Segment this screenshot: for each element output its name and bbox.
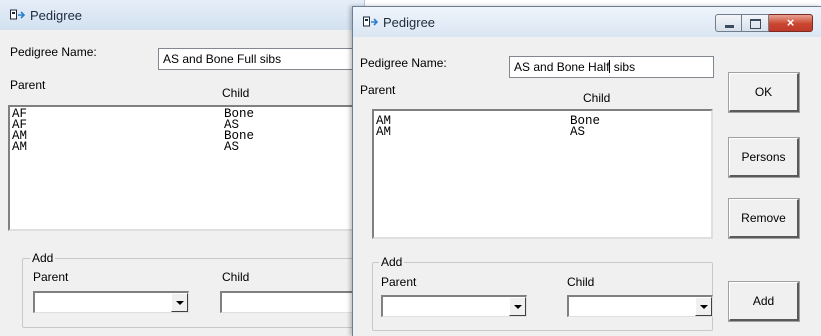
remove-button[interactable]: Remove bbox=[728, 198, 800, 239]
pedigree-window-foreground[interactable]: Pedigree × Pedigree Name: AS and Bone Ha… bbox=[352, 6, 821, 336]
list-item-parent: AM bbox=[12, 140, 28, 154]
add-parent-select[interactable] bbox=[33, 291, 189, 313]
chevron-down-icon bbox=[176, 301, 184, 305]
list-item[interactable]: AM Bone bbox=[10, 130, 366, 143]
chevron-down-icon bbox=[514, 305, 522, 309]
list-item[interactable]: AM AS bbox=[10, 140, 366, 154]
maximize-button[interactable] bbox=[742, 14, 769, 32]
parent-column-header: Parent bbox=[360, 83, 396, 97]
minimize-icon bbox=[725, 25, 734, 28]
dropdown-button[interactable] bbox=[171, 293, 188, 312]
add-child-select[interactable] bbox=[220, 291, 370, 313]
list-item[interactable]: AF Bone bbox=[10, 108, 366, 121]
pedigree-list[interactable]: AM Bone AM AS bbox=[372, 109, 713, 239]
add-parent-select[interactable] bbox=[381, 295, 527, 317]
pedigree-name-text-tail: sibs bbox=[610, 60, 636, 74]
add-group-label: Add bbox=[379, 255, 405, 269]
list-item[interactable]: AF AS bbox=[10, 119, 366, 132]
list-item[interactable]: AM Bone bbox=[374, 115, 711, 128]
list-item-child: AS bbox=[570, 125, 586, 139]
title-bar[interactable]: Pedigree bbox=[0, 0, 364, 30]
pedigree-app-icon bbox=[363, 16, 378, 27]
window-title: Pedigree bbox=[383, 15, 436, 30]
list-item[interactable]: AM AS bbox=[374, 125, 711, 139]
list-item-parent: AM bbox=[376, 125, 392, 139]
title-bar[interactable]: Pedigree × bbox=[353, 7, 821, 37]
pedigree-window-background[interactable]: Pedigree Pedigree Name: AS and Bone Full… bbox=[0, 0, 382, 336]
chevron-down-icon bbox=[700, 305, 708, 309]
pedigree-name-text: AS and Bone Half bbox=[514, 60, 610, 74]
close-icon: × bbox=[786, 15, 795, 30]
list-item-child: AS bbox=[224, 140, 240, 154]
dropdown-button[interactable] bbox=[695, 297, 712, 316]
pedigree-name-label: Pedigree Name: bbox=[10, 45, 97, 59]
window-title: Pedigree bbox=[30, 8, 83, 23]
dropdown-button[interactable] bbox=[509, 297, 526, 316]
add-parent-label: Parent bbox=[33, 270, 69, 284]
pedigree-name-input[interactable]: AS and Bone Full sibs bbox=[158, 48, 368, 70]
ok-button[interactable]: OK bbox=[728, 72, 800, 113]
maximize-icon bbox=[750, 19, 761, 29]
pedigree-name-input[interactable]: AS and Bone Half sibs bbox=[509, 56, 714, 78]
add-group-label: Add bbox=[30, 251, 56, 265]
parent-column-header: Parent bbox=[10, 78, 46, 92]
pedigree-name-label: Pedigree Name: bbox=[360, 56, 447, 70]
child-column-header: Child bbox=[583, 91, 611, 105]
add-child-label: Child bbox=[222, 270, 250, 284]
add-child-label: Child bbox=[567, 275, 595, 289]
pedigree-list[interactable]: AF Bone AF AS AM Bone AM AS bbox=[8, 105, 368, 231]
add-parent-label: Parent bbox=[381, 275, 417, 289]
pedigree-app-icon bbox=[10, 9, 25, 20]
persons-button[interactable]: Persons bbox=[728, 137, 800, 178]
window-controls: × bbox=[715, 14, 813, 32]
close-button[interactable]: × bbox=[769, 14, 813, 32]
child-column-header: Child bbox=[222, 86, 250, 100]
add-button[interactable]: Add bbox=[728, 281, 800, 322]
minimize-button[interactable] bbox=[715, 14, 742, 32]
add-child-select[interactable] bbox=[567, 295, 713, 317]
